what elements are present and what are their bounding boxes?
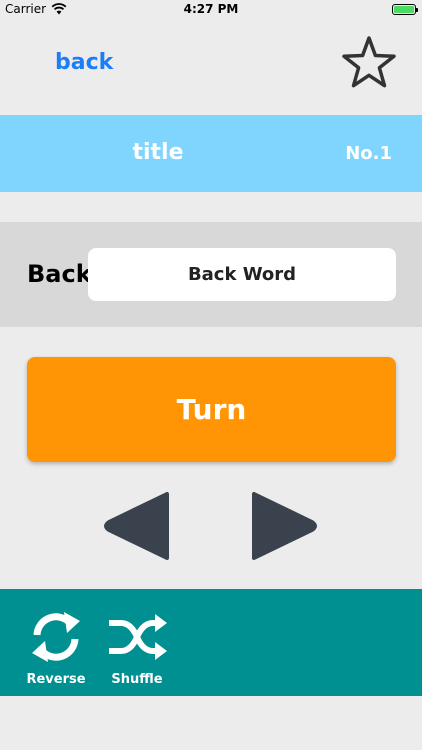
- triangle-right-icon[interactable]: [250, 490, 318, 562]
- battery-icon: [392, 4, 418, 15]
- page-title: title: [132, 140, 184, 165]
- shuffle-label: Shuffle: [111, 672, 163, 687]
- triangle-left-icon[interactable]: [103, 490, 171, 562]
- card-side-label: Back: [27, 260, 92, 288]
- title-bar: title No.1: [0, 115, 422, 192]
- card-number: No.1: [345, 143, 392, 164]
- shuffle-icon: [109, 614, 167, 660]
- reverse-label: Reverse: [26, 672, 86, 687]
- word-row: Back Back Word: [0, 222, 422, 327]
- turn-button[interactable]: Turn: [27, 357, 396, 462]
- reverse-icon: [32, 612, 80, 662]
- reverse-button[interactable]: Reverse: [21, 609, 91, 687]
- shuffle-button[interactable]: Shuffle: [102, 609, 172, 687]
- status-time: 4:27 PM: [183, 2, 239, 16]
- word-display: Back Word: [88, 248, 396, 301]
- battery-level: [394, 6, 414, 13]
- navigation-bar: back: [0, 20, 422, 114]
- bottom-toolbar: Reverse Shuffle: [0, 589, 422, 696]
- status-bar: Carrier 4:27 PM: [0, 0, 422, 20]
- star-outline-icon[interactable]: [339, 34, 399, 92]
- back-button[interactable]: back: [55, 50, 113, 75]
